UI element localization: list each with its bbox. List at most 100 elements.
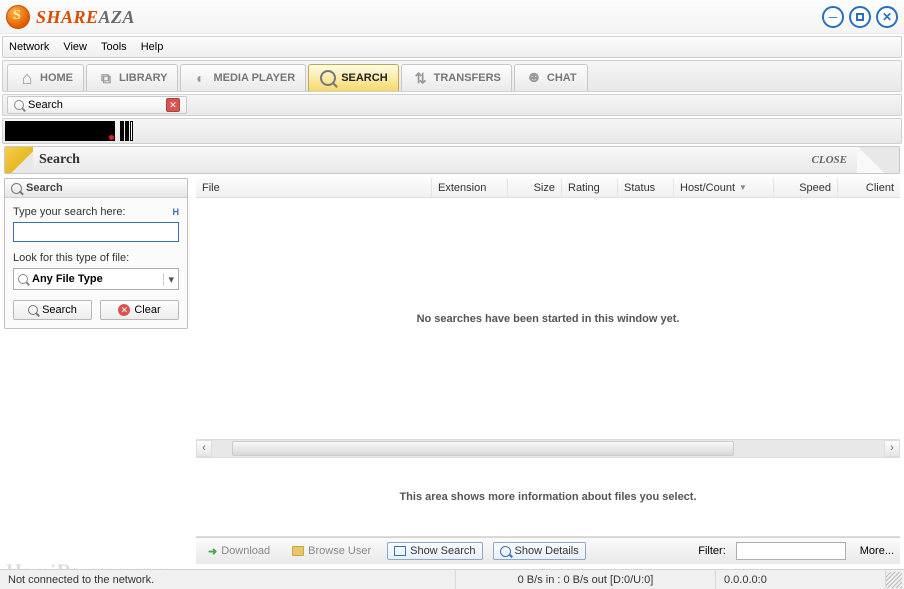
status-bar: Not connected to the network. 0 B/s in :… xyxy=(0,569,904,589)
tab-transfers-label: TRANSFERS xyxy=(434,72,501,84)
home-icon xyxy=(18,69,36,87)
clear-button[interactable]: ✕ Clear xyxy=(100,300,179,320)
filter-more-button[interactable]: More... xyxy=(860,545,894,557)
menu-network[interactable]: Network xyxy=(9,41,49,53)
tab-chat[interactable]: CHAT xyxy=(514,64,588,91)
menu-bar: Network View Tools Help xyxy=(2,36,902,58)
col-extension[interactable]: Extension xyxy=(432,178,508,197)
search-input[interactable] xyxy=(13,222,179,242)
menu-tools[interactable]: Tools xyxy=(101,41,127,53)
column-headers: File Extension Size Rating Status Host/C… xyxy=(196,178,900,198)
menu-help[interactable]: Help xyxy=(141,41,164,53)
show-search-label: Show Search xyxy=(410,545,475,557)
filter-label: Filter: xyxy=(698,545,726,557)
col-client[interactable]: Client xyxy=(838,178,900,197)
search-button[interactable]: Search xyxy=(13,300,92,320)
main-content: Search Type your search here: H Look for… xyxy=(4,178,900,564)
bandwidth-bars xyxy=(120,121,134,144)
tab-transfers[interactable]: TRANSFERS xyxy=(401,64,512,91)
search-tab-row: Search ✕ xyxy=(2,94,902,116)
page-title: Search xyxy=(39,152,80,168)
clear-button-label: Clear xyxy=(134,304,160,316)
col-status[interactable]: Status xyxy=(618,178,674,197)
search-panel-title: Search xyxy=(26,182,63,194)
magnifier-icon xyxy=(500,546,511,557)
search-hint-icon[interactable]: H xyxy=(173,207,180,217)
filter-input[interactable] xyxy=(736,542,846,560)
status-ip: 0.0.0.0:0 xyxy=(716,570,886,589)
folder-icon xyxy=(292,546,304,556)
detail-pane: This area shows more information about f… xyxy=(196,457,900,537)
status-connection: Not connected to the network. xyxy=(0,570,456,589)
transfers-icon xyxy=(412,69,430,87)
col-size[interactable]: Size xyxy=(508,178,562,197)
panel-icon xyxy=(394,546,406,556)
close-window-button[interactable]: ✕ xyxy=(876,6,898,28)
resize-grip[interactable] xyxy=(886,572,902,588)
library-icon xyxy=(97,69,115,87)
clear-icon: ✕ xyxy=(118,304,130,316)
page-header: Search CLOSE xyxy=(4,146,900,174)
empty-message: No searches have been started in this wi… xyxy=(417,313,680,325)
col-hostcount[interactable]: Host/Count xyxy=(674,178,774,197)
brand-suffix: AZA xyxy=(99,7,136,27)
chevron-down-icon: ▾ xyxy=(163,273,174,286)
media-icon xyxy=(191,69,209,87)
tab-bar: HOME LIBRARY MEDIA PLAYER SEARCH TRANSFE… xyxy=(2,60,902,92)
scroll-track[interactable] xyxy=(212,440,884,457)
filetype-label: Look for this type of file: xyxy=(13,252,129,264)
horizontal-scrollbar[interactable]: ‹ › xyxy=(196,440,900,457)
bandwidth-strip xyxy=(2,118,902,144)
results-area: File Extension Size Rating Status Host/C… xyxy=(196,178,900,564)
title-bar: SHAREAZA ─ ✕ xyxy=(0,0,904,34)
show-details-button[interactable]: Show Details xyxy=(493,542,586,560)
brand-prefix: SHARE xyxy=(36,7,99,27)
scroll-left-button[interactable]: ‹ xyxy=(196,440,212,457)
menu-view[interactable]: View xyxy=(63,41,87,53)
download-button: ➜Download xyxy=(202,543,276,560)
search-input-label: Type your search here: xyxy=(13,206,126,218)
close-page-button[interactable]: CLOSE xyxy=(812,154,847,166)
magnifier-icon xyxy=(11,183,22,194)
search-input-label-row: Type your search here: H xyxy=(13,206,179,218)
magnifier-icon xyxy=(28,305,38,315)
results-toolbar: ➜Download Browse User Show Search Show D… xyxy=(196,537,900,564)
col-rating[interactable]: Rating xyxy=(562,178,618,197)
tab-home[interactable]: HOME xyxy=(7,64,84,91)
browse-user-button: Browse User xyxy=(286,543,377,559)
tab-library[interactable]: LIBRARY xyxy=(86,64,178,91)
bandwidth-graph xyxy=(5,121,115,141)
show-search-button[interactable]: Show Search xyxy=(387,542,482,560)
results-empty-view: No searches have been started in this wi… xyxy=(196,198,900,440)
app-icon xyxy=(6,5,30,29)
search-panel: Search Type your search here: H Look for… xyxy=(4,178,188,329)
scroll-right-button[interactable]: › xyxy=(884,440,900,457)
tab-media-label: MEDIA PLAYER xyxy=(213,72,295,84)
search-panel-header: Search xyxy=(5,179,187,198)
chat-icon xyxy=(525,69,543,87)
tab-library-label: LIBRARY xyxy=(119,72,167,84)
tab-home-label: HOME xyxy=(40,72,73,84)
search-sidebar: Search Type your search here: H Look for… xyxy=(4,178,188,564)
magnifier-icon xyxy=(18,274,28,284)
search-button-label: Search xyxy=(42,304,77,316)
filetype-select[interactable]: Any File Type ▾ xyxy=(13,268,179,290)
search-subtab-label: Search xyxy=(28,99,63,111)
magnifier-icon xyxy=(14,100,24,110)
scroll-thumb[interactable] xyxy=(232,441,734,456)
status-bandwidth: 0 B/s in : 0 B/s out [D:0/U:0] xyxy=(456,570,716,589)
col-speed[interactable]: Speed xyxy=(774,178,838,197)
tab-search-label: SEARCH xyxy=(341,72,387,84)
download-label: Download xyxy=(221,545,270,557)
tab-search[interactable]: SEARCH xyxy=(308,64,398,91)
minimize-button[interactable]: ─ xyxy=(822,6,844,28)
show-details-label: Show Details xyxy=(515,545,579,557)
search-subtab[interactable]: Search ✕ xyxy=(7,96,187,114)
browse-label: Browse User xyxy=(308,545,371,557)
tab-media-player[interactable]: MEDIA PLAYER xyxy=(180,64,306,91)
close-subtab-button[interactable]: ✕ xyxy=(166,98,180,112)
maximize-button[interactable] xyxy=(849,6,871,28)
col-file[interactable]: File xyxy=(196,178,432,197)
search-icon xyxy=(320,70,336,86)
tab-chat-label: CHAT xyxy=(547,72,577,84)
